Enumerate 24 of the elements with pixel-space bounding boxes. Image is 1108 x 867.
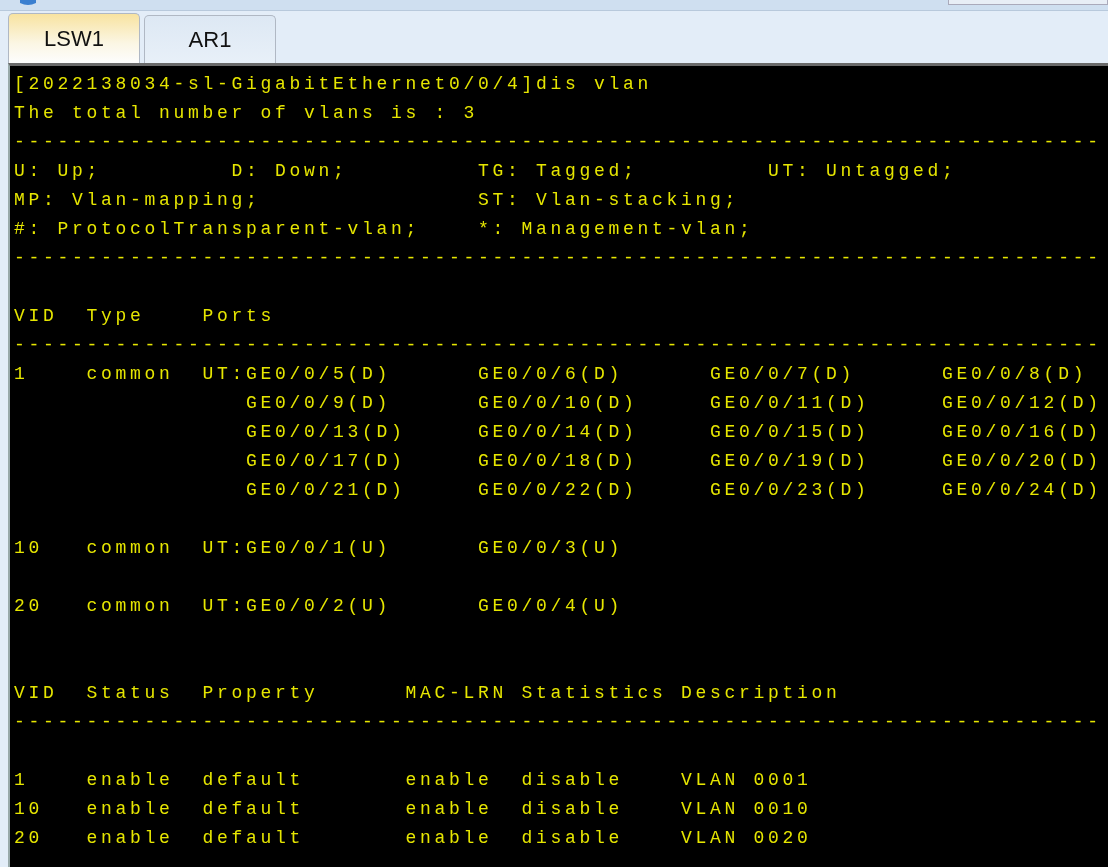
- terminal-line: GE0/0/13(D) GE0/0/14(D) GE0/0/15(D) GE0/0/16(D): [245, 421, 1102, 444]
- terminal-line: GE0/0/9(D) GE0/0/10(D) GE0/0/11(D) GE0/0/12(D): [245, 392, 1102, 415]
- terminal-line: #: ProtocolTransparent-vlan; *: Management-vlan;: [14, 218, 754, 241]
- tab[interactable]: LSW1: [8, 13, 140, 63]
- terminal-line: 10 common UT:GE0/0/1(U) GE0/0/3(U): [14, 537, 624, 560]
- tab[interactable]: AR1: [144, 15, 276, 63]
- terminal-line: ---------------------------------------------------------------------------: [14, 711, 1102, 734]
- terminal-line: ---------------------------------------------------------------------------: [14, 247, 1102, 270]
- terminal-line: 10 enable default enable disable VLAN 0010: [14, 798, 812, 821]
- terminal-line: 20 common UT:GE0/0/2(U) GE0/0/4(U): [14, 595, 624, 618]
- terminal-line: 20 enable default enable disable VLAN 0020: [14, 827, 812, 850]
- terminal-line: 1 enable default enable disable VLAN 0001: [14, 769, 812, 792]
- terminal-line: VID Type Ports: [14, 305, 276, 328]
- terminal-line: The total number of vlans is : 3: [14, 102, 479, 125]
- terminal-line: GE0/0/21(D) GE0/0/22(D) GE0/0/23(D) GE0/0/24(D): [245, 479, 1102, 502]
- terminal-line: [2022138034-sl-GigabitEthernet0/0/4]dis vlan: [14, 73, 653, 96]
- app-icon: [20, 0, 36, 6]
- terminal-line: ---------------------------------------------------------------------------: [14, 334, 1102, 357]
- terminal-line: GE0/0/17(D) GE0/0/18(D) GE0/0/19(D) GE0/0/20(D): [245, 450, 1102, 473]
- terminal-line: 1 common UT:GE0/0/5(D) GE0/0/6(D) GE0/0/7(D) GE0/0/8(D): [14, 363, 1088, 386]
- terminal-line: MP: Vlan-mapping; ST: Vlan-stacking;: [14, 189, 740, 212]
- terminal-line: ---------------------------------------------------------------------------: [14, 131, 1102, 154]
- terminal-line: U: Up; D: Down; TG: Tagged; UT: Untagged;: [14, 160, 957, 183]
- terminal-line: VID Status Property MAC-LRN Statistics Description: [14, 682, 841, 705]
